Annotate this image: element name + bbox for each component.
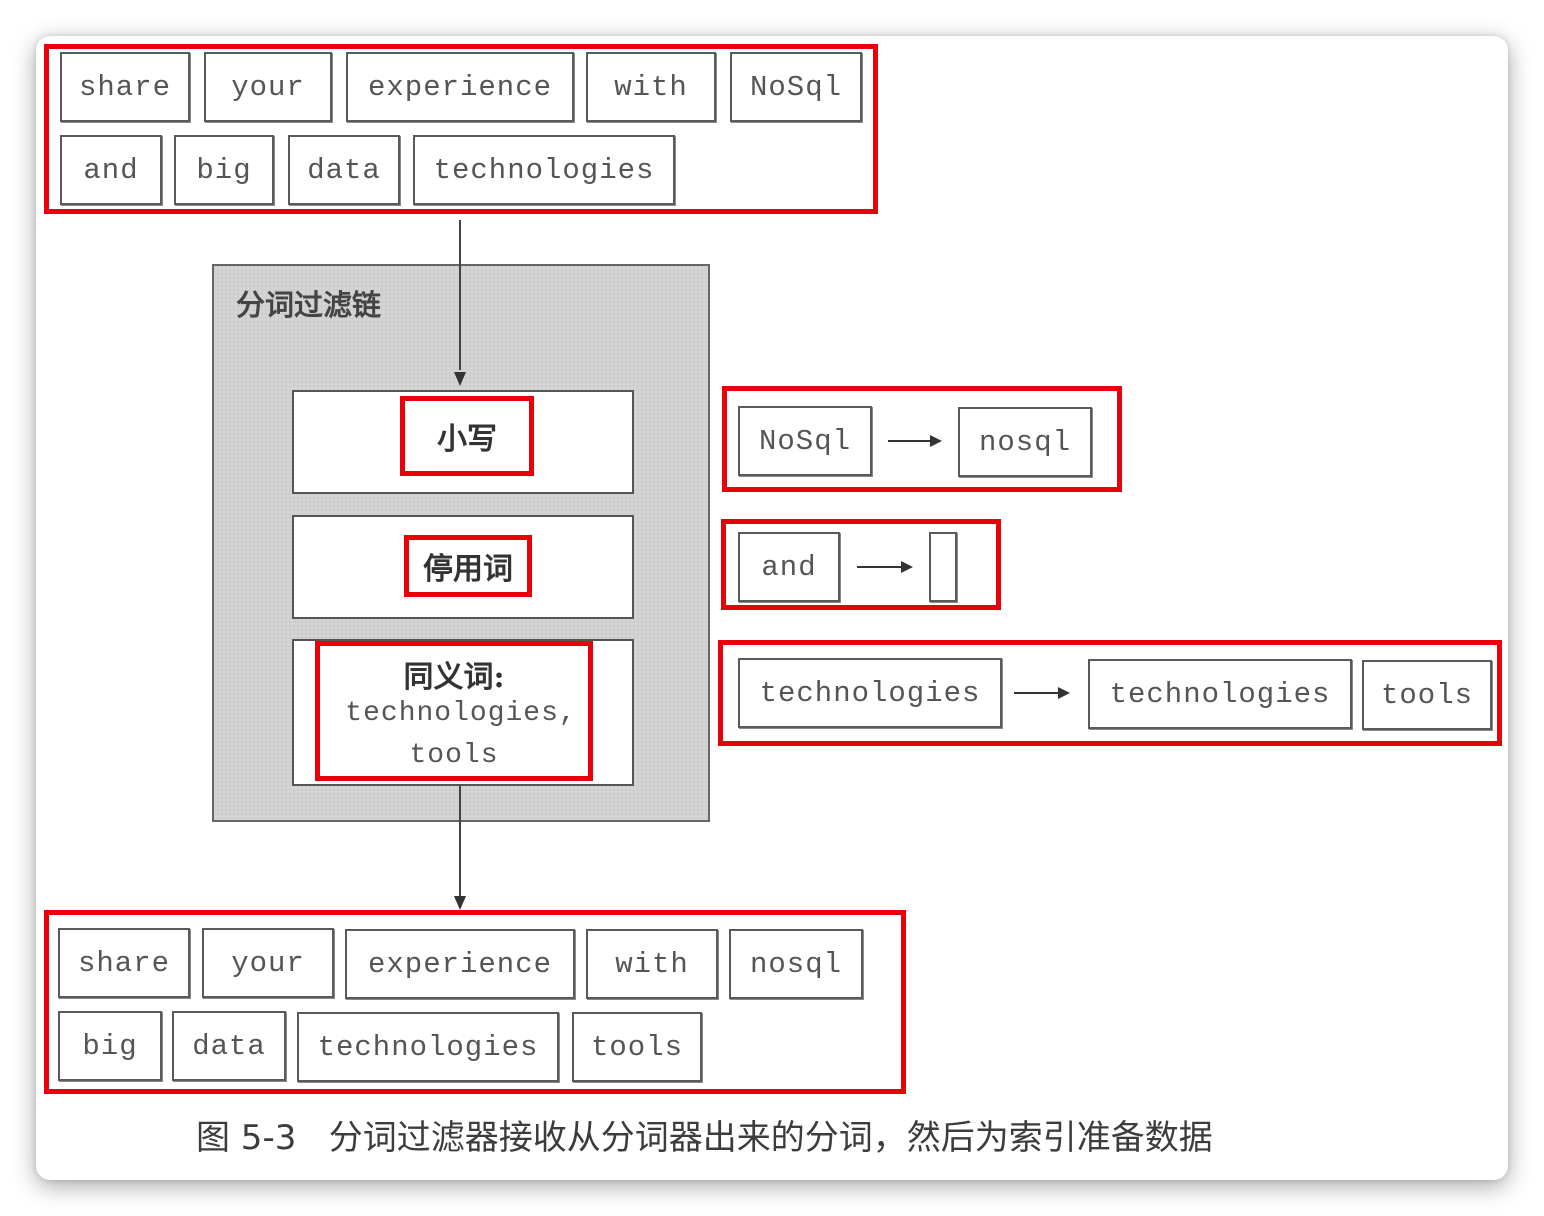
synonym-example-output: tools bbox=[1362, 660, 1492, 730]
synonym-term: tools bbox=[409, 740, 499, 771]
arrow-down-icon bbox=[454, 896, 466, 910]
output-token: data bbox=[172, 1011, 286, 1081]
output-token: nosql bbox=[729, 929, 863, 999]
output-token: tools bbox=[572, 1012, 702, 1082]
input-token: data bbox=[288, 135, 400, 205]
figure-caption: 图 5-3 分词过滤器接收从分词器出来的分词，然后为索引准备数据 bbox=[196, 1118, 1213, 1158]
input-token: share bbox=[60, 52, 190, 122]
stopword-example-empty-output bbox=[929, 532, 957, 602]
stopword-filter-label: 停用词 bbox=[404, 535, 532, 597]
lowercase-example-input: NoSql bbox=[738, 406, 872, 476]
arrow-right-icon bbox=[888, 435, 942, 447]
filter-chain-title: 分词过滤链 bbox=[236, 288, 382, 322]
arrow-down-icon bbox=[454, 372, 466, 386]
lowercase-example-output: nosql bbox=[958, 407, 1092, 477]
synonym-term: technologies, bbox=[345, 698, 577, 729]
input-token: your bbox=[204, 52, 332, 122]
output-token: technologies bbox=[297, 1012, 559, 1082]
output-token: big bbox=[58, 1011, 162, 1081]
chain-to-output-connector bbox=[459, 786, 461, 898]
input-to-chain-connector bbox=[459, 220, 461, 370]
lowercase-filter-label: 小写 bbox=[400, 396, 534, 476]
input-token: big bbox=[174, 135, 274, 205]
input-token: with bbox=[586, 52, 716, 122]
arrow-right-icon bbox=[857, 561, 913, 573]
input-token: NoSql bbox=[730, 52, 862, 122]
arrow-right-icon bbox=[1014, 687, 1070, 699]
output-token: share bbox=[58, 928, 190, 998]
output-token: experience bbox=[345, 929, 575, 999]
synonym-filter-label: 同义词: bbox=[403, 660, 505, 695]
synonym-example-output: technologies bbox=[1088, 659, 1352, 729]
synonym-filter-highlight: 同义词: technologies, tools bbox=[315, 641, 593, 781]
input-token: technologies bbox=[413, 135, 675, 205]
output-token: your bbox=[202, 928, 334, 998]
input-token: experience bbox=[346, 52, 574, 122]
synonym-example-input: technologies bbox=[738, 658, 1002, 728]
stopword-example-input: and bbox=[738, 532, 840, 602]
output-token: with bbox=[586, 929, 718, 999]
input-token: and bbox=[60, 135, 162, 205]
